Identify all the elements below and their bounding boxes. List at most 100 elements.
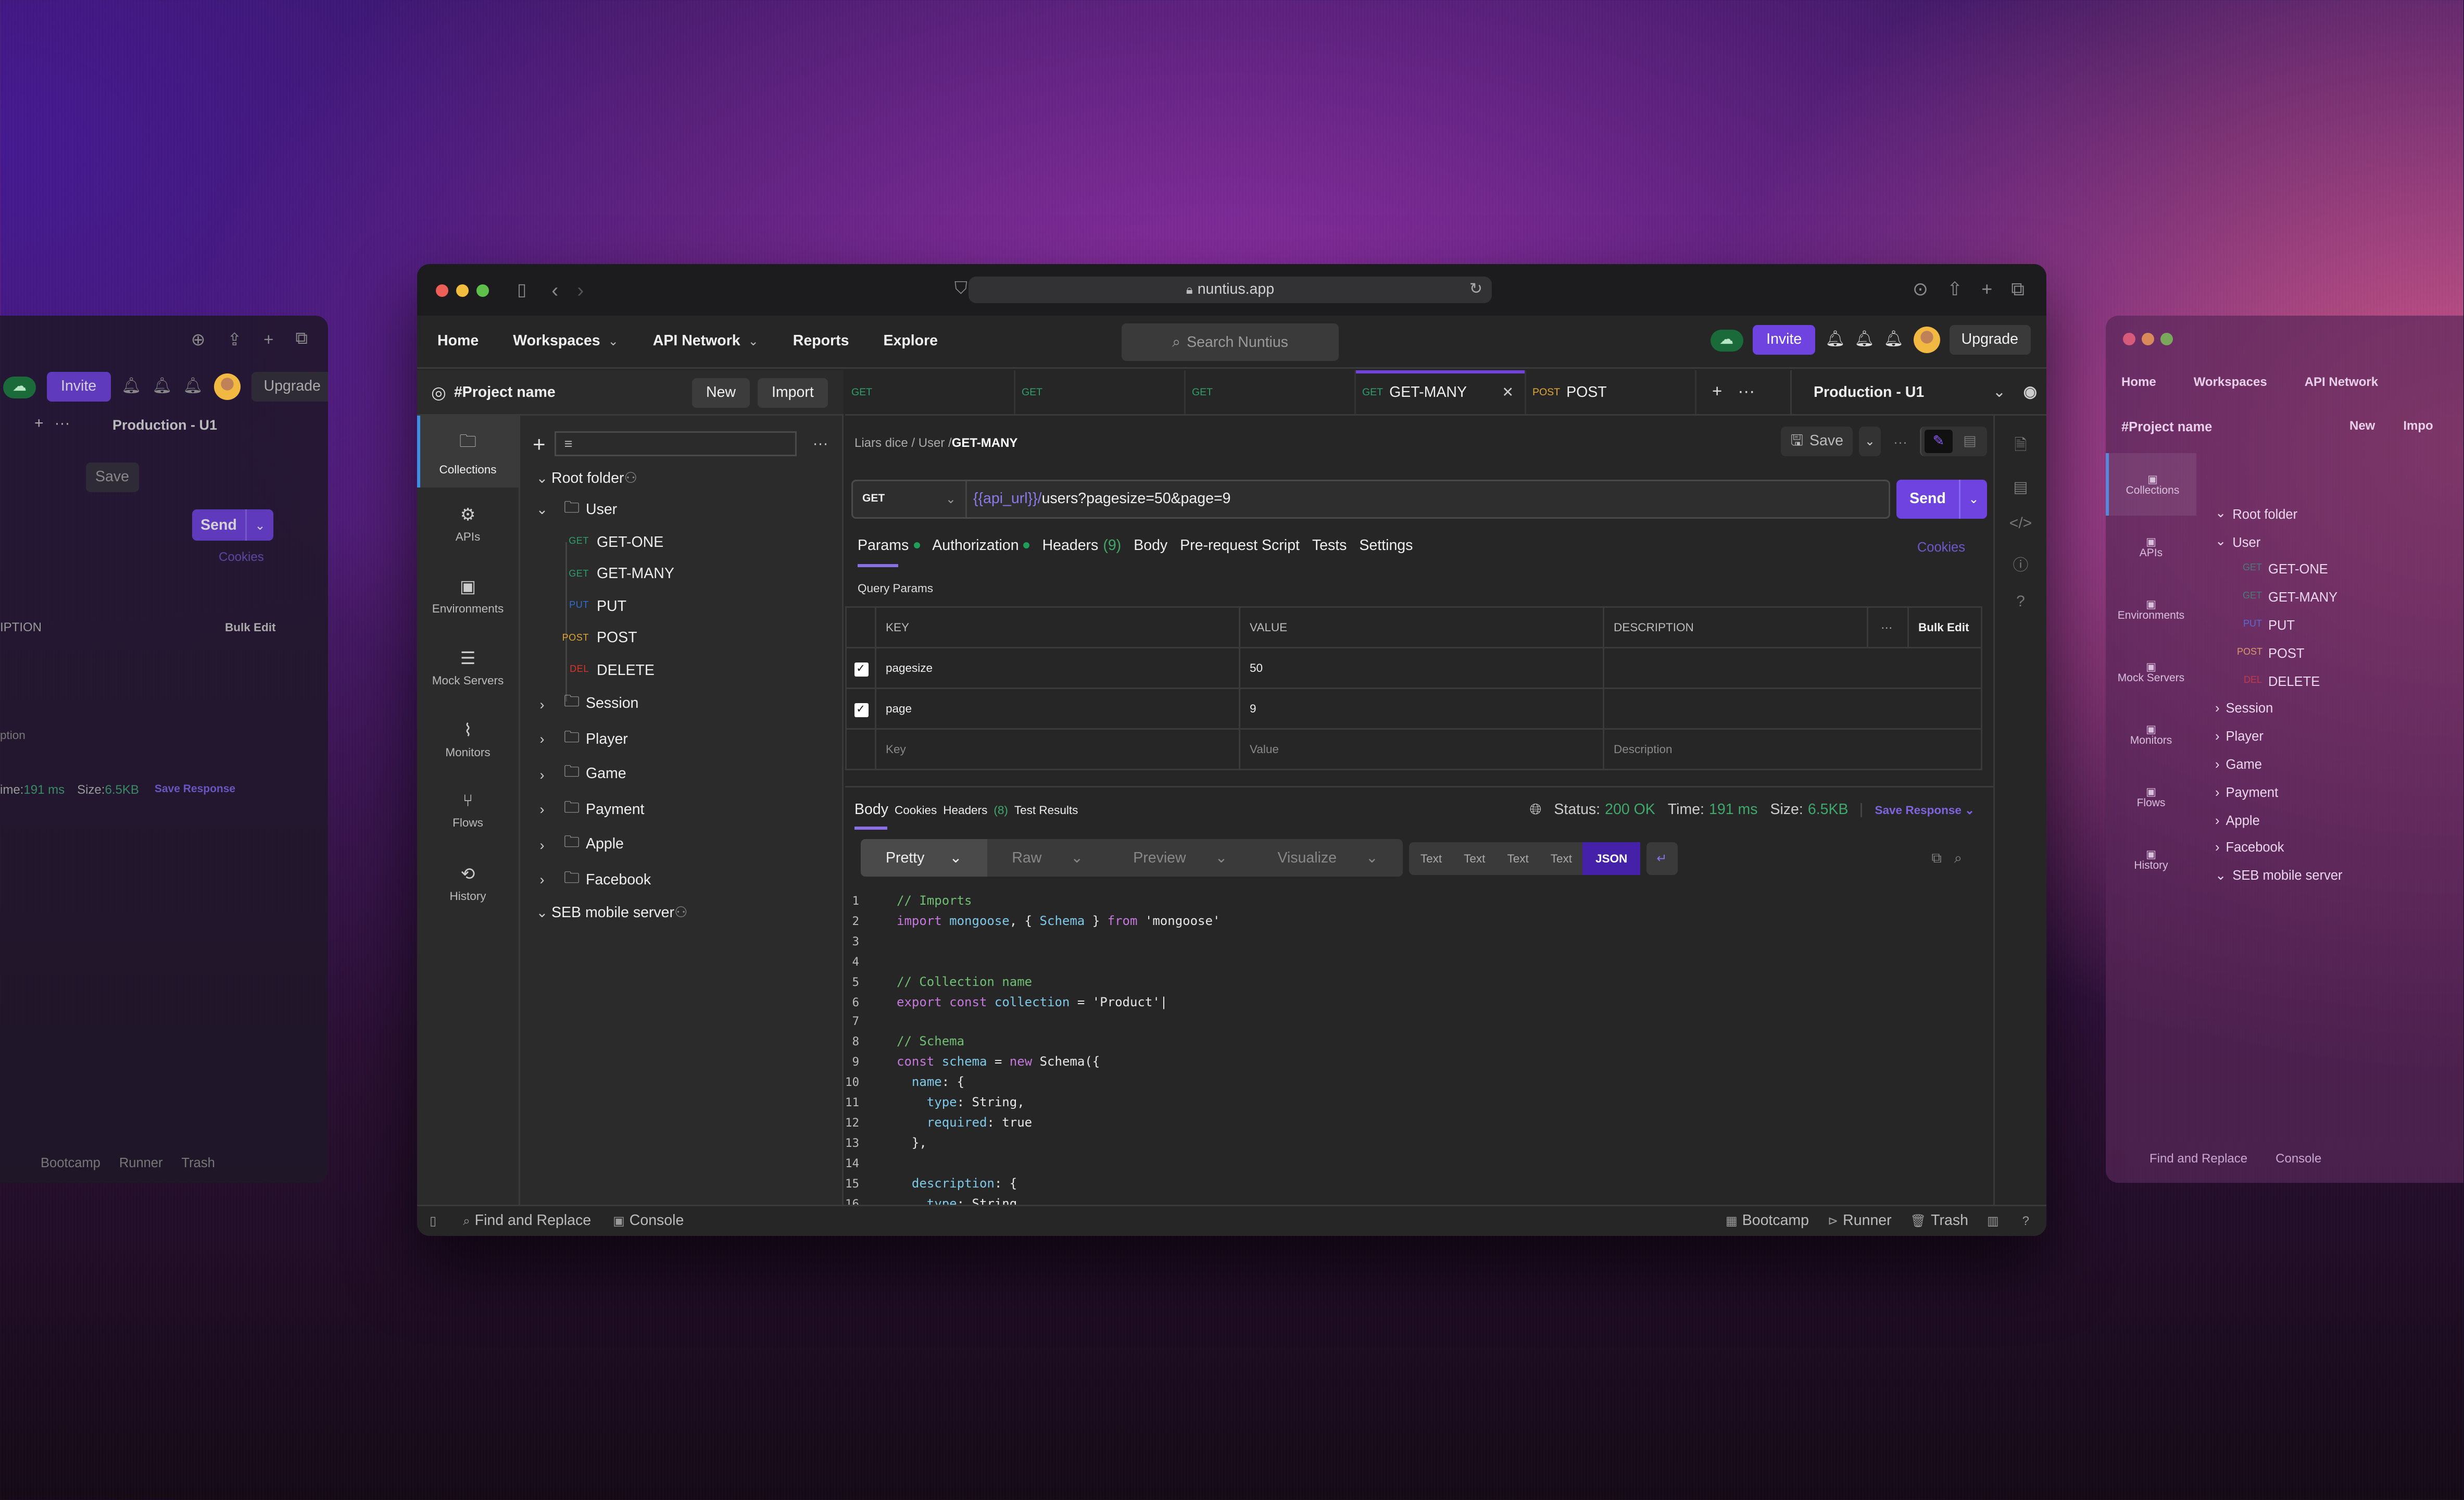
sidebar-item-history[interactable]: ⟲ History — [417, 847, 519, 919]
zoom-window-button[interactable] — [476, 283, 489, 296]
download-icon[interactable]: ⊙ — [1913, 278, 1928, 302]
new-button[interactable]: New — [692, 378, 750, 408]
format-option-text[interactable]: Text — [1410, 851, 1453, 865]
value-cell[interactable]: 9 — [1239, 688, 1604, 730]
copy-icon[interactable]: ⧉ — [1932, 849, 1942, 867]
plus-icon[interactable]: + — [1712, 383, 1722, 402]
checkbox[interactable]: ✓ — [853, 702, 868, 717]
key-cell[interactable]: page — [875, 688, 1240, 730]
key-cell[interactable]: pagesize — [875, 647, 1240, 689]
tree-folder[interactable]: › 🗀 Facebook — [520, 863, 842, 898]
tab-body[interactable]: Body — [1134, 538, 1167, 555]
tab-overview-icon[interactable]: ⧉ — [2011, 278, 2025, 302]
tree-folder[interactable]: › 🗀 Payment — [520, 792, 842, 828]
tree-request[interactable]: POST POST — [520, 623, 842, 655]
share-icon[interactable]: ⇧ — [1947, 278, 1963, 302]
response-tab-headers[interactable]: Headers (8) — [943, 803, 1008, 817]
response-tab-body[interactable]: Body — [854, 802, 888, 819]
cookies-link[interactable]: Cookies — [1917, 539, 1965, 554]
tab-settings[interactable]: Settings — [1359, 538, 1413, 555]
sidebar-item-environments[interactable]: ▣ Environments — [417, 559, 519, 631]
runner-button[interactable]: ⊳ Runner — [1828, 1212, 1892, 1230]
search-input[interactable]: ⌕ Search Nuntius — [1122, 323, 1339, 361]
format-option-text[interactable]: Text — [1453, 851, 1496, 865]
sidebar-item-flows[interactable]: ⑂ Flows — [417, 775, 519, 847]
view-mode-raw[interactable]: Raw ⌄ — [987, 849, 1108, 867]
view-mode-pretty[interactable]: Pretty ⌄ — [861, 839, 987, 877]
tree-root-folder[interactable]: ⌄ Root folder ⚇ — [520, 463, 842, 495]
request-tab[interactable]: POST POST — [1526, 370, 1696, 414]
edit-pencil-icon[interactable]: ✎ — [1925, 430, 1953, 453]
chevron-right-icon[interactable]: › — [533, 767, 551, 782]
request-tab[interactable]: GET GET-MANY ✕ — [1356, 370, 1526, 414]
tree-folder[interactable]: › 🗀 Session — [520, 687, 842, 722]
toggle-sidebar-icon[interactable]: ▯ — [430, 1214, 436, 1228]
url-input[interactable]: GET ⌄ {{api_url}}/users?pagesize=50&page=… — [851, 480, 1890, 519]
nav-item-api-network[interactable]: API Network ⌄ — [653, 333, 759, 350]
cloud-sync-icon[interactable]: ☁ — [1710, 329, 1743, 351]
help-icon[interactable]: ? — [2016, 594, 2025, 611]
console-button[interactable]: ▣ Console — [613, 1212, 684, 1230]
tree-folder-user[interactable]: ⌄ 🗀 User — [520, 495, 842, 527]
method-select[interactable]: GET ⌄ — [853, 481, 967, 517]
tab-tests[interactable]: Tests — [1312, 538, 1347, 555]
upgrade-button[interactable]: Upgrade — [1948, 325, 2031, 355]
tree-folder[interactable]: › 🗀 Game — [520, 757, 842, 793]
bootcamp-button[interactable]: ▦ Bootcamp — [1726, 1212, 1809, 1230]
tree-request[interactable]: PUT PUT — [520, 591, 842, 623]
chevron-right-icon[interactable]: › — [533, 872, 551, 888]
send-dropdown[interactable]: ⌄ — [1959, 480, 1987, 519]
invite-button[interactable]: Invite — [1752, 325, 1816, 355]
add-collection-icon[interactable]: + — [533, 431, 546, 456]
value-input[interactable]: Value — [1239, 728, 1604, 770]
save-response-button[interactable]: Save Response ⌄ — [1860, 803, 1975, 817]
description-cell[interactable] — [1603, 688, 1982, 730]
key-input[interactable]: Key — [875, 728, 1240, 770]
tab-authorization[interactable]: Authorization — [932, 538, 1030, 555]
description-cell[interactable] — [1603, 647, 1982, 689]
import-button[interactable]: Import — [758, 378, 828, 408]
privacy-shield-icon[interactable]: ⛉ — [954, 280, 967, 300]
tree-folder[interactable]: › 🗀 Player — [520, 722, 842, 757]
save-dropdown[interactable]: ⌄ — [1859, 427, 1881, 456]
request-tab[interactable]: GET — [1186, 370, 1356, 414]
search-icon[interactable]: ⌕ — [1954, 849, 1962, 867]
forward-icon[interactable]: › — [577, 278, 584, 302]
request-tab[interactable]: GET — [845, 370, 1015, 414]
chevron-right-icon[interactable]: › — [533, 802, 551, 818]
tree-root-folder[interactable]: ⌄ SEB mobile server ⚇ — [520, 898, 842, 930]
close-window-button[interactable] — [436, 283, 448, 296]
chevron-right-icon[interactable]: › — [533, 732, 551, 747]
response-body-code[interactable]: 1 // Imports 2 import mongoose, { Schema } … — [845, 883, 1993, 1235]
more-icon[interactable]: ··· — [1867, 606, 1909, 648]
address-bar[interactable]: 🔒︎ nuntius.app ↻ — [969, 277, 1492, 303]
trash-button[interactable]: 🗑︎ Trash — [1910, 1212, 1968, 1230]
bell-icon[interactable]: 🔔︎ — [1884, 331, 1904, 348]
comment-icon[interactable]: ▤ — [1956, 430, 1984, 453]
help-icon[interactable]: ? — [2022, 1214, 2029, 1228]
request-tab[interactable]: GET — [1015, 370, 1186, 414]
bulk-edit-button[interactable]: Bulk Edit — [1907, 606, 1982, 648]
info-icon[interactable]: ⓘ — [2013, 552, 2029, 575]
sidebar-item-monitors[interactable]: ⌇ Monitors — [417, 703, 519, 775]
tab-headers[interactable]: Headers (9) — [1042, 538, 1122, 555]
format-option-text[interactable]: Text — [1496, 851, 1539, 865]
close-icon[interactable]: ✕ — [1502, 384, 1514, 401]
environment-selector[interactable]: Production - U1 ⌄ ◉ — [1790, 370, 2046, 416]
response-tab-cookies[interactable]: Cookies — [895, 803, 937, 817]
new-tab-icon[interactable]: + — [1981, 278, 1992, 302]
nav-item-reports[interactable]: Reports — [793, 333, 849, 350]
sidebar-item-collections[interactable]: 🗀 Collections — [417, 416, 519, 488]
chevron-right-icon[interactable]: › — [533, 837, 551, 853]
tree-request[interactable]: DEL DELETE — [520, 655, 842, 687]
chevron-right-icon[interactable]: › — [533, 696, 551, 712]
sidebar-toggle-icon[interactable]: ▯ — [517, 280, 526, 300]
comments-icon[interactable]: ▤ — [2013, 480, 2028, 497]
format-option-json[interactable]: JSON — [1583, 841, 1640, 874]
documentation-icon[interactable]: 🗎 — [2014, 434, 2027, 461]
tree-request[interactable]: GET GET-MANY — [520, 559, 842, 591]
value-cell[interactable]: 50 — [1239, 647, 1604, 689]
back-icon[interactable]: ‹ — [551, 278, 558, 302]
more-icon[interactable]: ··· — [1893, 434, 1907, 449]
description-input[interactable]: Description — [1603, 728, 1982, 770]
